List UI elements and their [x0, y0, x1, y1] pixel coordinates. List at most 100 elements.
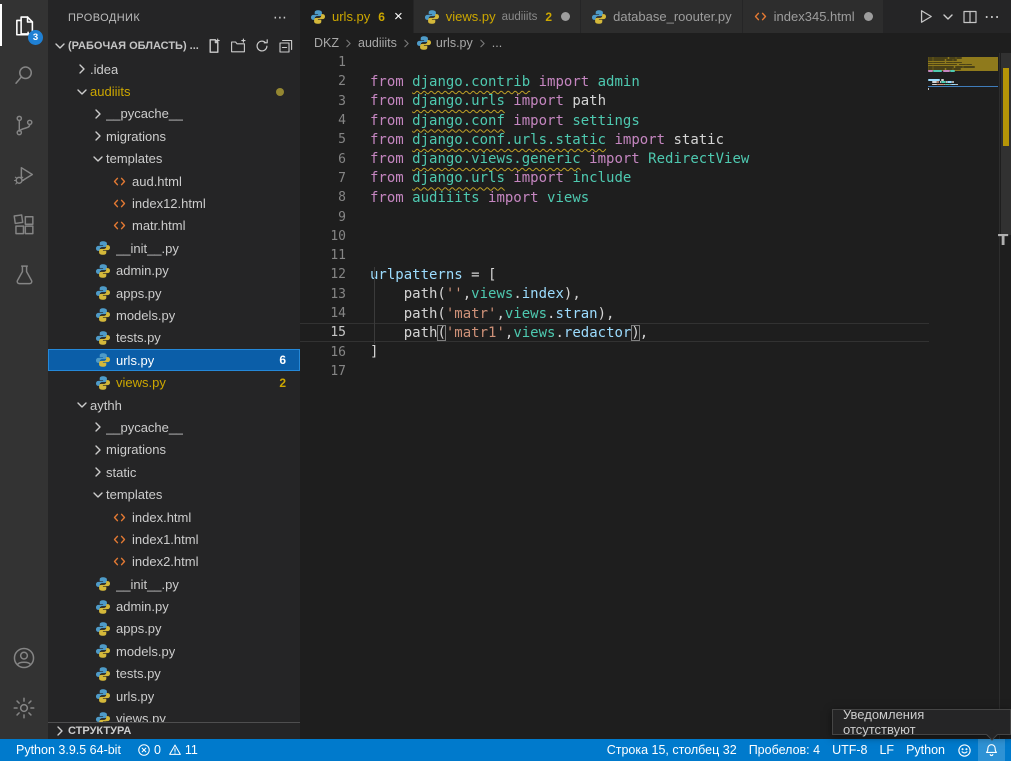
tree-item-models-py[interactable]: models.py	[48, 640, 300, 662]
activity-search[interactable]	[0, 50, 48, 100]
status-feedback[interactable]	[951, 739, 978, 761]
tree-item-migrations[interactable]: migrations	[48, 439, 300, 461]
tab-database-roouter-py[interactable]: database_roouter.py	[581, 0, 743, 33]
activity-testing[interactable]	[0, 250, 48, 300]
tree-item-models-py[interactable]: models.py	[48, 304, 300, 326]
line-number[interactable]: 5	[300, 132, 346, 147]
activity-explorer[interactable]: 3	[0, 0, 48, 50]
more-actions-button[interactable]: ⋯	[984, 7, 1001, 27]
split-editor-button[interactable]	[962, 9, 978, 25]
code-line-4[interactable]: 4 from django.conf import settings	[300, 111, 929, 130]
run-button[interactable]	[917, 8, 934, 25]
tree-item-index1-html[interactable]: index1.html	[48, 528, 300, 550]
line-number[interactable]: 10	[300, 229, 346, 244]
status-cursor-position[interactable]: Строка 15, столбец 32	[601, 739, 743, 761]
code-line-3[interactable]: 3 from django.urls import path	[300, 92, 929, 111]
tab-index345-html[interactable]: index345.html	[743, 0, 884, 33]
close-icon[interactable]: ×	[394, 9, 403, 24]
tree-item-index12-html[interactable]: index12.html	[48, 192, 300, 214]
code-line-2[interactable]: 2 from django.contrib import admin	[300, 72, 929, 91]
status-eol[interactable]: LF	[873, 739, 900, 761]
tree-item-tests-py[interactable]: tests.py	[48, 327, 300, 349]
line-number[interactable]: 4	[300, 113, 346, 128]
modified-dot-icon[interactable]	[561, 12, 570, 21]
tree-item-urls-py[interactable]: urls.py6	[48, 349, 300, 371]
code-line-11[interactable]: 11	[300, 246, 929, 265]
tree-item-views-py[interactable]: views.py	[48, 707, 300, 722]
line-number[interactable]: 9	[300, 210, 346, 225]
breadcrumb-item-DKZ[interactable]: DKZ	[314, 36, 339, 50]
line-number[interactable]: 6	[300, 152, 346, 167]
tree-item--pycache-[interactable]: __pycache__	[48, 103, 300, 125]
code-line-10[interactable]: 10	[300, 227, 929, 246]
activity-extensions[interactable]	[0, 200, 48, 250]
tree-item-apps-py[interactable]: apps.py	[48, 618, 300, 640]
modified-dot-icon[interactable]	[864, 12, 873, 21]
code-line-17[interactable]: 17	[300, 362, 929, 381]
tree-item-admin-py[interactable]: admin.py	[48, 260, 300, 282]
tree-item-tests-py[interactable]: tests.py	[48, 663, 300, 685]
tree-item-audiiits[interactable]: audiiits	[48, 80, 300, 102]
tree-item--pycache-[interactable]: __pycache__	[48, 416, 300, 438]
tree-item--init-py[interactable]: __init__.py	[48, 573, 300, 595]
line-number[interactable]: 16	[300, 345, 346, 360]
code-line-15[interactable]: 15 path('matr1',views.redactor),	[300, 323, 929, 342]
code-line-8[interactable]: 8 from audiiits import views	[300, 188, 929, 207]
status-encoding[interactable]: UTF-8	[826, 739, 873, 761]
line-number[interactable]: 7	[300, 171, 346, 186]
line-number[interactable]: 12	[300, 267, 346, 282]
breadcrumb-item-urls-py[interactable]: urls.py	[416, 35, 473, 51]
status-notifications[interactable]	[978, 739, 1005, 761]
tree-item-aud-html[interactable]: aud.html	[48, 170, 300, 192]
code-line-9[interactable]: 9	[300, 207, 929, 226]
code-editor[interactable]: 1 2 from django.contrib import admin 3 f…	[300, 53, 929, 381]
line-number[interactable]: 2	[300, 74, 346, 89]
sidebar-more-actions-icon[interactable]: ⋯	[273, 9, 288, 26]
tree-item-static[interactable]: static	[48, 461, 300, 483]
code-line-13[interactable]: 13 path('',views.index),	[300, 285, 929, 304]
scrollbar[interactable]: T	[999, 53, 1011, 739]
tree-item-aythh[interactable]: aythh	[48, 394, 300, 416]
outline-section-header[interactable]: СТРУКТУРА	[48, 722, 300, 739]
code-line-5[interactable]: 5 from django.conf.urls.static import st…	[300, 130, 929, 149]
minimap[interactable]	[928, 55, 998, 175]
tree-item--init-py[interactable]: __init__.py	[48, 237, 300, 259]
breadcrumb-item--[interactable]: ...	[492, 36, 502, 50]
run-dropdown[interactable]	[940, 9, 956, 25]
line-number[interactable]: 8	[300, 190, 346, 205]
line-number[interactable]: 11	[300, 248, 346, 263]
code-line-12[interactable]: 12 urlpatterns = [	[300, 265, 929, 284]
activity-source-control[interactable]	[0, 100, 48, 150]
tree-item-migrations[interactable]: migrations	[48, 125, 300, 147]
tab-urls-py[interactable]: urls.py 6 ×	[300, 0, 414, 33]
line-number[interactable]: 13	[300, 287, 346, 302]
tree-item-views-py[interactable]: views.py2	[48, 371, 300, 393]
code-line-16[interactable]: 16 ]	[300, 342, 929, 361]
tree-item-matr-html[interactable]: matr.html	[48, 215, 300, 237]
activity-run-and-debug[interactable]	[0, 150, 48, 200]
line-number[interactable]: 17	[300, 364, 346, 379]
tree-item--idea[interactable]: .idea	[48, 58, 300, 80]
breadcrumb-item-audiiits[interactable]: audiiits	[358, 36, 397, 50]
line-number[interactable]: 1	[300, 55, 346, 70]
code-line-7[interactable]: 7 from django.urls import include	[300, 169, 929, 188]
status-indentation[interactable]: Пробелов: 4	[743, 739, 826, 761]
line-number[interactable]: 14	[300, 306, 346, 321]
activity-manage[interactable]	[0, 683, 48, 733]
tree-item-urls-py[interactable]: urls.py	[48, 685, 300, 707]
code-line-6[interactable]: 6 from django.views.generic import Redir…	[300, 149, 929, 168]
line-number[interactable]: 3	[300, 94, 346, 109]
code-line-14[interactable]: 14 path('matr',views.stran),	[300, 304, 929, 323]
status-language-mode[interactable]: Python	[900, 739, 951, 761]
tree-item-templates[interactable]: templates	[48, 148, 300, 170]
tree-item-templates[interactable]: templates	[48, 483, 300, 505]
status-problems[interactable]: 0 11	[131, 739, 204, 761]
tree-item-index2-html[interactable]: index2.html	[48, 551, 300, 573]
tree-item-apps-py[interactable]: apps.py	[48, 282, 300, 304]
line-number[interactable]: 15	[300, 325, 346, 340]
tab-views-py[interactable]: views.py audiiits 2	[414, 0, 581, 33]
tree-item-index-html[interactable]: index.html	[48, 506, 300, 528]
code-line-1[interactable]: 1	[300, 53, 929, 72]
activity-accounts[interactable]	[0, 633, 48, 683]
tree-item-admin-py[interactable]: admin.py	[48, 595, 300, 617]
